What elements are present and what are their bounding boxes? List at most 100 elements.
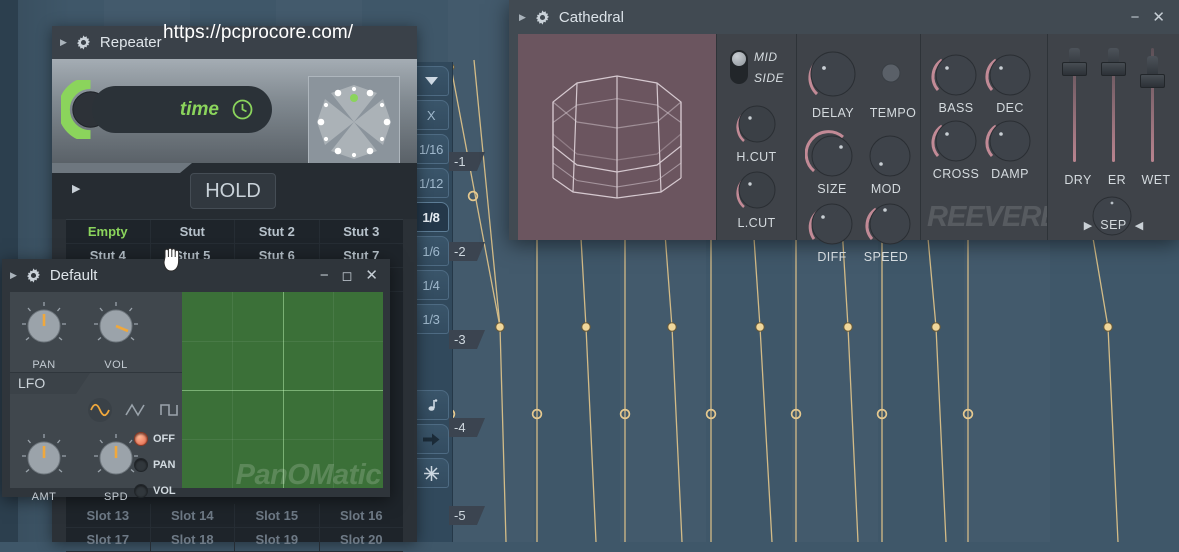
size-knob[interactable] bbox=[805, 129, 859, 183]
er-fader[interactable] bbox=[1101, 48, 1126, 162]
expand-triangle-icon[interactable]: ▶ bbox=[519, 12, 526, 23]
slot-15[interactable]: Slot 15 bbox=[235, 504, 320, 528]
gear-icon[interactable] bbox=[76, 35, 91, 50]
lfo-section-label: LFO bbox=[10, 373, 90, 394]
diff-knob[interactable] bbox=[805, 197, 859, 251]
snap-1-16-button[interactable]: 1/16 bbox=[413, 134, 449, 164]
maximize-button[interactable]: ◻ bbox=[342, 269, 353, 282]
lfo-target-radios[interactable]: OFF PAN VOL bbox=[134, 432, 176, 498]
slot-18[interactable]: Slot 18 bbox=[150, 528, 235, 552]
lfo-off-label: OFF bbox=[153, 433, 175, 445]
snap-1-3-button[interactable]: 1/3 bbox=[413, 304, 449, 334]
lfo-waveform-selector[interactable] bbox=[88, 398, 182, 422]
close-button[interactable]: ✕ bbox=[1152, 10, 1165, 25]
cathedral-plugin-window[interactable]: ▶ Cathedral − ✕ MID SIDE H.CUT L.CUT DEL… bbox=[509, 0, 1179, 264]
panomatic-scope[interactable]: PanOMatic bbox=[182, 292, 383, 488]
time-display[interactable]: time bbox=[92, 86, 272, 133]
mid-label: MID bbox=[754, 50, 778, 64]
dec-knob[interactable] bbox=[983, 48, 1037, 102]
speed-knob[interactable] bbox=[863, 197, 917, 251]
lfo-pan-label: PAN bbox=[153, 459, 176, 471]
reeverb-body: MID SIDE H.CUT L.CUT DELAY TEMPO SIZE DI… bbox=[518, 34, 1179, 264]
sep-control-row: ▶ SEP ◀ bbox=[1048, 218, 1179, 232]
square-wave-icon[interactable] bbox=[158, 398, 182, 422]
wet-label: WET bbox=[1141, 173, 1171, 187]
sine-wave-icon[interactable] bbox=[88, 398, 112, 422]
amt-label: AMT bbox=[31, 491, 57, 503]
slot-stut-2[interactable]: Stut 2 bbox=[235, 220, 320, 244]
mod-knob[interactable] bbox=[863, 129, 917, 183]
step-dial-widget[interactable] bbox=[308, 76, 400, 168]
slot-17[interactable]: Slot 17 bbox=[66, 528, 151, 552]
vol-knob[interactable] bbox=[90, 300, 142, 352]
damp-knob[interactable] bbox=[983, 114, 1037, 168]
tempo-knob[interactable] bbox=[880, 62, 902, 84]
side-label: SIDE bbox=[754, 71, 785, 85]
slot-row: Slot 13 Slot 14 Slot 15 Slot 16 bbox=[66, 504, 403, 528]
slot-13[interactable]: Slot 13 bbox=[66, 504, 151, 528]
lcut-knob[interactable] bbox=[732, 165, 782, 215]
vol-label: VOL bbox=[104, 359, 128, 371]
radio-dot[interactable] bbox=[134, 484, 148, 498]
snap-1-6-button[interactable]: 1/6 bbox=[413, 236, 449, 266]
minimize-button[interactable]: − bbox=[320, 268, 329, 283]
lfo-target-pan[interactable]: PAN bbox=[134, 458, 176, 472]
panomatic-controls: PAN VOL LFO AMT SPD OFF PAN VOL bbox=[10, 292, 182, 503]
slot-stut-3[interactable]: Stut 3 bbox=[319, 220, 403, 244]
lfo-target-vol[interactable]: VOL bbox=[134, 484, 176, 498]
slot-16[interactable]: Slot 16 bbox=[319, 504, 403, 528]
reeverb-artwork bbox=[518, 34, 716, 240]
hcut-knob[interactable] bbox=[732, 99, 782, 149]
mid-side-toggle[interactable] bbox=[730, 50, 748, 84]
radio-dot[interactable] bbox=[134, 432, 148, 446]
expand-triangle-icon[interactable]: ▶ bbox=[60, 37, 67, 48]
dry-fader[interactable] bbox=[1062, 48, 1087, 162]
gear-icon[interactable] bbox=[535, 9, 550, 25]
hold-button[interactable]: HOLD bbox=[190, 173, 276, 209]
lcut-label: L.CUT bbox=[737, 216, 776, 230]
slot-19[interactable]: Slot 19 bbox=[235, 528, 320, 552]
lfo-vol-label: VOL bbox=[153, 485, 176, 497]
reeverb-mix-column: DRY ER WET ▶ SEP ◀ bbox=[1047, 34, 1179, 240]
damp-label: DAMP bbox=[991, 167, 1029, 181]
slot-stut[interactable]: Stut bbox=[150, 220, 235, 244]
lfo-target-off[interactable]: OFF bbox=[134, 432, 176, 446]
note-icon[interactable] bbox=[413, 390, 449, 420]
delay-knob[interactable] bbox=[803, 44, 863, 104]
panomatic-title-bar[interactable]: ▶ Default − ◻ ✕ bbox=[2, 259, 390, 292]
sep-right-arrow-icon[interactable]: ◀ bbox=[1135, 219, 1143, 232]
snap-1-8-button[interactable]: 1/8 bbox=[413, 202, 449, 232]
repeater-hold-band: ▶ HOLD bbox=[52, 163, 417, 219]
expand-triangle-icon[interactable]: ▶ bbox=[10, 270, 17, 281]
slot-20[interactable]: Slot 20 bbox=[319, 528, 403, 552]
cross-knob[interactable] bbox=[929, 114, 983, 168]
cathedral-title: Cathedral bbox=[558, 8, 624, 26]
snap-1-4-button[interactable]: 1/4 bbox=[413, 270, 449, 300]
sep-left-arrow-icon[interactable]: ▶ bbox=[1084, 219, 1092, 232]
wet-fader[interactable] bbox=[1140, 48, 1165, 162]
snowflake-icon[interactable] bbox=[413, 458, 449, 488]
radio-dot[interactable] bbox=[134, 458, 148, 472]
snap-dropdown-button[interactable] bbox=[413, 66, 449, 96]
slot-empty[interactable]: Empty bbox=[66, 220, 151, 244]
snap-1-12-button[interactable]: 1/12 bbox=[413, 168, 449, 198]
cathedral-title-bar[interactable]: ▶ Cathedral − ✕ bbox=[509, 0, 1179, 34]
slot-14[interactable]: Slot 14 bbox=[150, 504, 235, 528]
gear-icon[interactable] bbox=[26, 268, 41, 283]
panomatic-title: Default bbox=[49, 267, 98, 284]
delay-label: DELAY bbox=[811, 106, 855, 120]
expand-arrow-icon[interactable]: ▶ bbox=[72, 182, 80, 195]
bass-knob[interactable] bbox=[929, 48, 983, 102]
triangle-wave-icon[interactable] bbox=[123, 398, 147, 422]
snap-none-button[interactable]: X bbox=[413, 100, 449, 130]
repeater-top-panel: time bbox=[52, 59, 417, 168]
close-button[interactable]: ✕ bbox=[365, 268, 378, 283]
arrow-right-icon[interactable] bbox=[413, 424, 449, 454]
minimize-button[interactable]: − bbox=[1131, 10, 1140, 25]
pan-knob[interactable] bbox=[18, 300, 70, 352]
amt-knob[interactable] bbox=[18, 432, 70, 484]
slot-row: Empty Stut Stut 2 Stut 3 bbox=[66, 220, 403, 244]
slot-row: Slot 17 Slot 18 Slot 19 Slot 20 bbox=[66, 528, 403, 552]
panomatic-plugin-window[interactable]: ▶ Default − ◻ ✕ PAN VOL LFO AMT SPD OFF … bbox=[2, 259, 390, 503]
panomatic-logo: PanOMatic bbox=[235, 459, 382, 488]
